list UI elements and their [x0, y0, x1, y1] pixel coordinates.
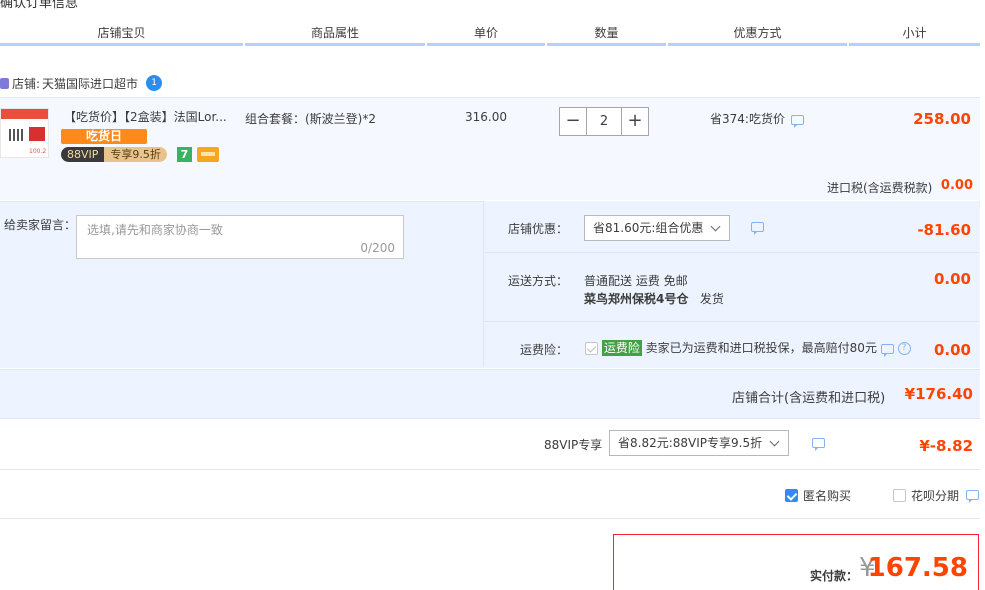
insurance-label: 运费险：	[520, 343, 569, 357]
promo-tag: 吃货日	[61, 129, 147, 144]
column-header: 店铺宝贝 商品属性 单价 数量 优惠方式 小计	[0, 22, 980, 46]
shipping-value: 0.00	[933, 270, 971, 288]
insurance-row: 运费险： 运费险 卖家已为运费和进口税投保，最高赔付80元 ? 0.00	[484, 323, 979, 368]
message-label: 给卖家留言：	[4, 218, 77, 232]
vip-tag-discount: 专享9.5折	[104, 147, 167, 162]
ship-from-text: 发货	[699, 292, 724, 306]
help-icon[interactable]: ?	[897, 342, 911, 355]
promotion-label: 省374:吃货价	[710, 112, 785, 126]
anonymous-checkbox[interactable]	[785, 489, 798, 502]
import-tax-label: 进口税(含运费税款)	[827, 181, 933, 195]
shop-name-link[interactable]: 天猫国际进口超市	[42, 75, 138, 92]
shop-discount-value: -81.60	[917, 221, 971, 239]
shop-discount-select[interactable]: 省81.60元:组合优惠	[584, 215, 731, 241]
huabei-installment-option[interactable]: 花呗分期	[893, 487, 959, 504]
chat-icon[interactable]	[790, 114, 804, 128]
wangwang-icon[interactable]: 1	[146, 75, 163, 91]
vip-discount-select[interactable]: 省8.82元:88VIP专享9.5折	[609, 430, 790, 456]
chat-icon[interactable]	[880, 343, 894, 357]
qty-input[interactable]: 2	[586, 107, 622, 136]
product-title-link[interactable]: 【吃货价】【2盒装】法国Lor...	[64, 108, 234, 125]
thumbnail-label: 100.2	[29, 148, 47, 155]
col-promotion: 优惠方式	[668, 22, 847, 46]
vip-label: 88VIP专享	[544, 438, 603, 452]
item-subtotal: 258.00	[913, 110, 971, 128]
payment-summary: 实付款： ¥ 167.58	[613, 534, 979, 590]
chat-icon[interactable]	[812, 438, 825, 451]
page-heading-cutoff: 确认订单信息	[0, 0, 79, 11]
divider	[0, 518, 980, 519]
shipping-origin: 菜鸟郑州保税4号仓 发货	[584, 290, 724, 307]
shop-discount-label: 店铺优惠：	[508, 222, 569, 236]
divider	[0, 469, 980, 470]
shipping-row: 运送方式： 普通配送 运费 免邮 菜鸟郑州保税4号仓 发货 0.00	[484, 254, 979, 322]
shop-total-label: 店铺合计(含运费和进口税)	[732, 391, 886, 406]
seller-message-input[interactable]: 选填,请先和商家协商一致 0/200	[76, 215, 404, 259]
message-placeholder: 选填,请先和商家协商一致	[87, 223, 223, 237]
col-unit-price: 单价	[427, 22, 545, 46]
checkout-page: 确认订单信息 店铺宝贝 商品属性 单价 数量 优惠方式 小计 店铺: 天猫国际进…	[0, 0, 985, 590]
qty-plus-button[interactable]: +	[621, 107, 649, 136]
product-thumbnail[interactable]: 100.2	[0, 108, 49, 158]
col-subtotal: 小计	[849, 22, 980, 46]
shipping-method: 普通配送 运费 免邮	[584, 274, 688, 288]
message-char-count: 0/200	[360, 241, 395, 255]
shop-total-value: ¥176.40	[904, 385, 973, 403]
chat-icon[interactable]	[966, 490, 979, 503]
insurance-text: 卖家已为运费和进口税投保，最高赔付80元	[645, 341, 877, 355]
anonymous-label: 匿名购买	[803, 489, 852, 503]
col-shop-item: 店铺宝贝	[0, 22, 243, 46]
pay-label: 实付款：	[810, 569, 859, 583]
shipping-label: 运送方式：	[508, 274, 569, 288]
chat-icon[interactable]	[751, 222, 764, 235]
promotion-text: 省374:吃货价	[710, 110, 804, 128]
unit-price: 316.00	[465, 110, 507, 124]
product-attribute: 组合套餐：(斯波兰登)*2	[245, 112, 376, 126]
seven-day-return-icon: 7	[177, 147, 192, 162]
huabei-checkbox[interactable]	[893, 489, 906, 502]
insurance-value: 0.00	[933, 341, 971, 359]
vip-tag-label: 88VIP	[61, 147, 105, 162]
shop-line: 店铺: 天猫国际进口超市 1	[0, 73, 163, 93]
pay-amount: 167.58	[867, 553, 968, 583]
vip-discount-value: ¥-8.82	[919, 437, 973, 455]
shop-icon	[0, 77, 9, 89]
col-quantity: 数量	[547, 22, 666, 46]
anonymous-purchase-option[interactable]: 匿名购买	[785, 487, 851, 504]
shop-label: 店铺:	[12, 76, 41, 91]
qty-minus-button[interactable]: −	[559, 107, 587, 136]
warehouse-name: 菜鸟郑州保税4号仓	[584, 292, 689, 306]
col-attributes: 商品属性	[245, 22, 425, 46]
insurance-tag: 运费险	[601, 340, 642, 356]
shop-discount-row: 店铺优惠： 省81.60元:组合优惠 -81.60	[484, 201, 979, 253]
import-tax-value: 0.00	[940, 178, 973, 193]
huabei-label: 花呗分期	[911, 489, 960, 503]
insurance-checkbox[interactable]	[585, 342, 598, 355]
vip-tag: 88VIP 专享9.5折	[61, 147, 167, 162]
credit-card-icon	[197, 147, 219, 162]
quantity-stepper: − 2 +	[559, 107, 649, 136]
insurance-info: 运费险 卖家已为运费和进口税投保，最高赔付80元 ?	[585, 339, 911, 357]
